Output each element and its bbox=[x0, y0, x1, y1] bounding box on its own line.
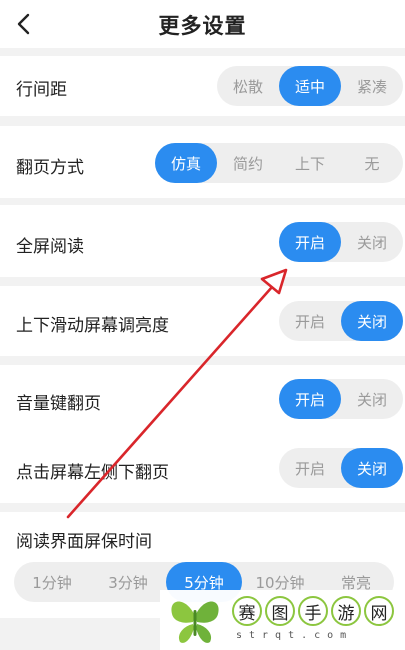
option-on[interactable]: 开启 bbox=[279, 301, 341, 341]
swipe-brightness-toggle: 开启 关闭 bbox=[279, 301, 403, 341]
watermark-char: 手 bbox=[298, 596, 328, 626]
fullscreen-toggle: 开启 关闭 bbox=[279, 222, 403, 262]
option-off[interactable]: 关闭 bbox=[341, 222, 403, 262]
option-simulate[interactable]: 仿真 bbox=[155, 143, 217, 183]
setting-label: 行间距 bbox=[16, 80, 67, 100]
watermark-char: 赛 bbox=[232, 596, 262, 626]
setting-row-tap-left: 点击屏幕左侧下翻页 开启 关闭 bbox=[0, 435, 405, 503]
setting-row-line-spacing: 行间距 松散 适中 紧凑 bbox=[0, 56, 405, 116]
option-none[interactable]: 无 bbox=[341, 143, 403, 183]
watermark-url: strqt.com bbox=[236, 630, 354, 641]
option-1min[interactable]: 1分钟 bbox=[14, 562, 90, 602]
watermark-char: 游 bbox=[331, 596, 361, 626]
setting-label: 全屏阅读 bbox=[16, 237, 84, 257]
line-spacing-segmented: 松散 适中 紧凑 bbox=[217, 66, 403, 106]
setting-label: 音量键翻页 bbox=[16, 394, 101, 414]
page-title: 更多设置 bbox=[158, 14, 247, 38]
watermark-char: 图 bbox=[265, 596, 295, 626]
option-3min[interactable]: 3分钟 bbox=[90, 562, 166, 602]
setting-row-fullscreen: 全屏阅读 开启 关闭 bbox=[0, 205, 405, 277]
option-vertical[interactable]: 上下 bbox=[279, 143, 341, 183]
setting-label: 上下滑动屏幕调亮度 bbox=[16, 316, 169, 336]
page-turn-segmented: 仿真 简约 上下 无 bbox=[155, 143, 403, 183]
option-on[interactable]: 开启 bbox=[279, 222, 341, 262]
option-off[interactable]: 关闭 bbox=[341, 379, 403, 419]
watermark: 赛 图 手 游 网 strqt.com bbox=[160, 590, 405, 650]
watermark-char: 网 bbox=[364, 596, 394, 626]
option-compact[interactable]: 紧凑 bbox=[341, 66, 403, 106]
option-on[interactable]: 开启 bbox=[279, 448, 341, 488]
setting-label: 翻页方式 bbox=[16, 158, 84, 178]
setting-row-swipe-brightness: 上下滑动屏幕调亮度 开启 关闭 bbox=[0, 286, 405, 356]
option-off[interactable]: 关闭 bbox=[341, 448, 403, 488]
watermark-text: 赛 图 手 游 网 bbox=[232, 596, 394, 626]
setting-row-volume-key: 音量键翻页 开启 关闭 bbox=[0, 365, 405, 435]
tap-left-toggle: 开启 关闭 bbox=[279, 448, 403, 488]
option-medium[interactable]: 适中 bbox=[279, 66, 341, 106]
option-off[interactable]: 关闭 bbox=[341, 301, 403, 341]
option-loose[interactable]: 松散 bbox=[217, 66, 279, 106]
setting-row-page-turn: 翻页方式 仿真 简约 上下 无 bbox=[0, 126, 405, 198]
setting-label: 阅读界面屏保时间 bbox=[16, 532, 152, 552]
setting-label: 点击屏幕左侧下翻页 bbox=[16, 463, 169, 483]
option-simple[interactable]: 简约 bbox=[217, 143, 279, 183]
butterfly-logo-icon bbox=[171, 601, 219, 643]
volume-key-toggle: 开启 关闭 bbox=[279, 379, 403, 419]
top-bar: 更多设置 bbox=[0, 0, 405, 48]
option-on[interactable]: 开启 bbox=[279, 379, 341, 419]
